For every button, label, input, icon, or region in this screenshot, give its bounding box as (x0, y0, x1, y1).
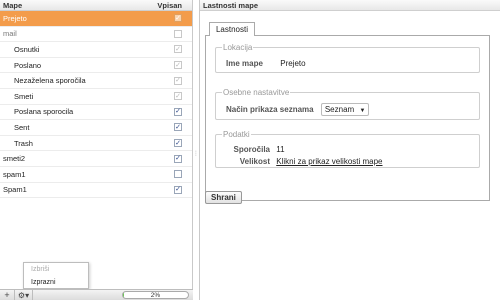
subscribed-checkbox: ✓ (174, 14, 182, 23)
folder-actions-button[interactable]: ⚙▾ (15, 290, 33, 300)
subscribed-checkbox (174, 29, 182, 38)
messages-value: 11 (276, 145, 285, 154)
chevron-down-icon: ▼ (359, 108, 366, 114)
data-section: Podatki Sporočila 11 Velikost Klikni za … (215, 130, 480, 168)
folder-row[interactable]: spam1 (0, 167, 192, 183)
check-icon: ✓ (175, 14, 181, 22)
folder-toolbar: + ⚙▾ 2% (0, 289, 193, 300)
folder-name-label: Ime mape (226, 59, 263, 68)
check-icon: ✓ (175, 139, 181, 147)
list-mode-row: Način prikaza seznama Seznam ▼ (226, 103, 370, 116)
folder-name-row: Ime mape Prejeto (226, 59, 306, 68)
save-button[interactable]: Shrani (205, 191, 242, 204)
folder-properties-pane: Lastnosti mape Lastnosti Lokacija Ime ma… (199, 0, 500, 300)
folder-name-value: Prejeto (280, 59, 306, 68)
folder-row[interactable]: Osnutki ✓ (0, 42, 192, 58)
folder-list-header: Mape Vpisan (0, 0, 192, 11)
check-icon: ✓ (175, 45, 181, 53)
size-label: Velikost (239, 157, 270, 166)
folder-row[interactable]: Spam1 ✓ (0, 183, 192, 199)
subscribed-checkbox[interactable]: ✓ (174, 185, 182, 194)
check-icon: ✓ (175, 186, 181, 194)
show-size-link[interactable]: Klikni za prikaz velikosti mape (276, 157, 382, 166)
folder-label: Osnutki (14, 44, 40, 54)
folder-row[interactable]: Prejeto ✓ (0, 11, 192, 27)
check-icon: ✓ (175, 61, 181, 69)
subscribed-checkbox[interactable]: ✓ (174, 107, 182, 116)
folder-list: Prejeto ✓ mail Osnutki ✓ Poslano ✓ Nezaželena s… (0, 11, 192, 199)
messages-label: Sporočila (233, 145, 270, 154)
menu-item-empty[interactable]: Izprazni (31, 276, 88, 289)
folder-label: Poslano (14, 60, 42, 70)
folder-row[interactable]: Poslano ✓ (0, 58, 192, 74)
folder-label: Poslana sporocila (14, 107, 74, 117)
plus-icon: + (4, 290, 10, 300)
folder-label: mail (3, 29, 17, 39)
folder-label: Trash (14, 138, 33, 148)
quota-text: 2% (150, 292, 161, 299)
folder-label: spam1 (3, 169, 26, 179)
list-mode-label: Način prikaza seznama (226, 105, 314, 114)
subscribed-checkbox: ✓ (174, 45, 182, 54)
folder-row[interactable]: smeti2 ✓ (0, 151, 192, 167)
location-section: Lokacija Ime mape Prejeto (215, 43, 480, 73)
check-icon: ✓ (175, 77, 181, 85)
folder-label: Nezaželena sporočila (14, 76, 86, 86)
folder-label: smeti2 (3, 154, 26, 164)
folder-actions-menu: Izbriši Izprazni (23, 262, 89, 289)
folder-label: Sent (14, 122, 30, 132)
tab-properties[interactable]: Lastnosti (209, 22, 255, 36)
add-folder-button[interactable]: + (0, 290, 15, 300)
folder-row[interactable]: Trash ✓ (0, 136, 192, 152)
messages-row: Sporočila 11 (226, 145, 285, 154)
list-mode-value: Seznam (324, 105, 355, 114)
check-icon: ✓ (175, 155, 181, 163)
subscribed-checkbox[interactable]: ✓ (174, 139, 182, 148)
properties-tabs: Lastnosti Lokacija Ime mape Prejeto Oseb… (205, 22, 490, 201)
subscribed-checkbox[interactable]: ✓ (174, 154, 182, 163)
subscribed-checkbox: ✓ (174, 92, 182, 101)
size-row: Velikost Klikni za prikaz velikosti mape (226, 157, 383, 166)
subscribed-checkbox: ✓ (174, 76, 182, 85)
list-mode-select[interactable]: Seznam ▼ (320, 103, 370, 116)
folder-label: Prejeto (3, 13, 27, 23)
folder-row[interactable]: Nezaželena sporočila ✓ (0, 73, 192, 89)
location-legend: Lokacija (223, 43, 253, 52)
properties-title: Lastnosti mape (200, 0, 500, 11)
folder-row[interactable]: mail (0, 27, 192, 43)
folder-label: Spam1 (3, 185, 27, 195)
check-icon: ✓ (175, 108, 181, 116)
column-header-subscribed: Vpisan (157, 0, 182, 10)
personal-settings-legend: Osebne nastavitve (223, 88, 290, 97)
folder-row[interactable]: Smeti ✓ (0, 89, 192, 105)
folder-label: Smeti (14, 91, 34, 101)
folder-row[interactable]: Poslana sporocila ✓ (0, 105, 192, 121)
check-icon: ✓ (175, 92, 181, 100)
folder-row[interactable]: Sent ✓ (0, 120, 192, 136)
gear-icon: ⚙▾ (17, 290, 30, 300)
subscribed-checkbox: ✓ (174, 61, 182, 70)
personal-settings-section: Osebne nastavitve Način prikaza seznama … (215, 88, 480, 120)
quota-bar: 2% (122, 291, 189, 299)
pane-splitter[interactable]: ⋮ (193, 150, 199, 157)
check-icon: ✓ (175, 123, 181, 131)
subscribed-checkbox[interactable] (174, 170, 182, 179)
data-legend: Podatki (223, 130, 250, 139)
subscribed-checkbox[interactable]: ✓ (174, 123, 182, 132)
tab-panel-properties: Lokacija Ime mape Prejeto Osebne nastavi… (205, 35, 490, 201)
menu-item-delete[interactable]: Izbriši (31, 263, 88, 276)
folder-list-pane: Mape Vpisan Prejeto ✓ mail Osnutki ✓ Poslano ✓… (0, 0, 193, 300)
column-header-folders: Mape (3, 0, 23, 10)
